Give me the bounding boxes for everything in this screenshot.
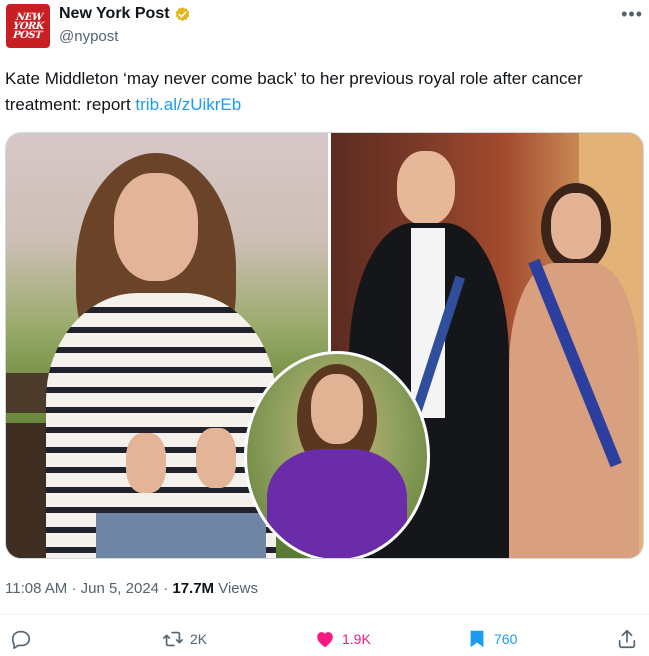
account-handle[interactable]: @nypost — [59, 28, 118, 45]
bookmark-button[interactable]: 760 — [466, 628, 517, 650]
share-button[interactable] — [616, 628, 638, 650]
reply-button[interactable] — [10, 628, 38, 650]
verified-badge-icon — [175, 6, 189, 21]
share-icon — [618, 629, 636, 649]
bookmark-count: 760 — [494, 631, 518, 647]
retweet-button[interactable]: 2K — [162, 628, 207, 650]
action-bar: 2K 1.9K 760 — [0, 620, 649, 656]
avatar-logo-text: NEW YORK POST — [11, 11, 44, 41]
like-button[interactable]: 1.9K — [314, 628, 371, 650]
meta-separator: · — [71, 580, 77, 597]
tweet-text: Kate Middleton ‘may never come back’ to … — [5, 66, 635, 118]
tweet-date[interactable]: Jun 5, 2024 — [81, 580, 159, 597]
tweet-link[interactable]: trib.al/zUikrEb — [135, 95, 241, 114]
more-horizontal-icon[interactable]: ••• — [621, 4, 643, 25]
divider — [0, 614, 649, 615]
tweet-time[interactable]: 11:08 AM — [5, 580, 67, 597]
meta-separator: · — [163, 580, 169, 597]
views-count: 17.7M — [172, 580, 215, 597]
retweet-icon — [163, 631, 183, 647]
heart-icon — [317, 632, 333, 648]
like-count: 1.9K — [342, 631, 371, 647]
reply-icon — [11, 630, 31, 649]
bookmark-icon — [470, 630, 484, 648]
account-name[interactable]: New York Post — [59, 5, 170, 23]
tweet-header: NEW YORK POST New York Post @nypost ••• — [0, 0, 649, 58]
tweet-body: Kate Middleton ‘may never come back’ to … — [5, 69, 583, 114]
avatar[interactable]: NEW YORK POST — [6, 4, 50, 48]
tweet-meta: 11:08 AM · Jun 5, 2024 · 17.7M Views — [5, 580, 258, 597]
account-name-row[interactable]: New York Post — [59, 5, 191, 23]
tweet-media-image[interactable] — [5, 132, 644, 559]
photo-inset-portrait — [244, 351, 430, 558]
retweet-count: 2K — [190, 631, 208, 647]
views-label: Views — [218, 580, 258, 597]
